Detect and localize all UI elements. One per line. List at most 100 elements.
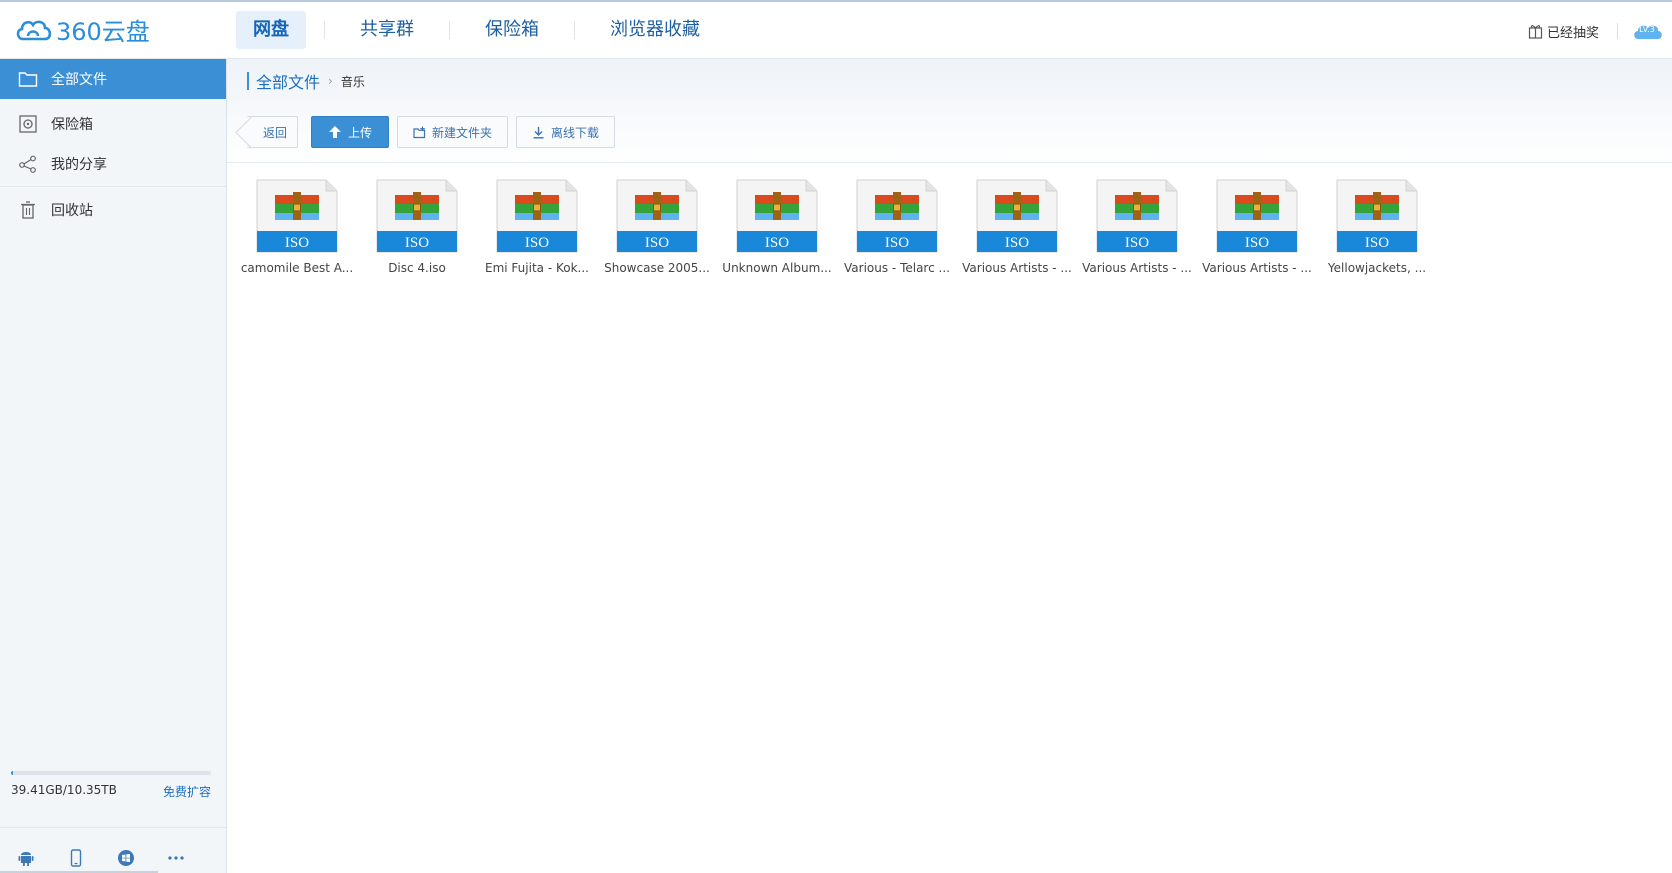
iso-file-icon: ISO bbox=[616, 179, 698, 253]
top-right-divider bbox=[1617, 23, 1618, 39]
file-item-10[interactable]: ISO Yellowjackets, ... bbox=[1317, 179, 1437, 275]
breadcrumb-root[interactable]: 全部文件 bbox=[256, 69, 320, 93]
android-icon[interactable] bbox=[16, 848, 36, 868]
sidebar-item-recycle-bin[interactable]: 回收站 bbox=[0, 190, 226, 230]
header-divider bbox=[227, 162, 1672, 163]
breadcrumb: 全部文件 › 音乐 bbox=[247, 69, 365, 93]
back-button-label: 返回 bbox=[263, 125, 288, 140]
quota-progress-fill bbox=[11, 771, 13, 775]
file-name: Disc 4.iso bbox=[388, 261, 446, 275]
sidebar-item-label: 回收站 bbox=[51, 203, 93, 219]
tab-safe-box[interactable]: 保险箱 bbox=[468, 11, 556, 49]
new-folder-icon bbox=[413, 126, 426, 138]
file-name: Various Artists - ... bbox=[1082, 261, 1192, 275]
cloud-logo-icon bbox=[16, 20, 52, 41]
file-item-5[interactable]: ISO Unknown Album... bbox=[717, 179, 837, 275]
logo-text: 360云盘 bbox=[56, 17, 150, 46]
toolbar: 返回 上传 新建文件夹 离线下载 bbox=[247, 116, 623, 148]
level-text: LV.3 bbox=[1639, 25, 1655, 34]
tab-browser-favorites[interactable]: 浏览器收藏 bbox=[593, 11, 717, 49]
iso-file-icon: ISO bbox=[256, 179, 338, 253]
iso-file-icon: ISO bbox=[1096, 179, 1178, 253]
lottery-label: 已经抽奖 bbox=[1546, 25, 1599, 41]
file-grid: ISO camomile Best A... ISO Disc 4.iso IS… bbox=[237, 179, 1437, 275]
more-icon[interactable] bbox=[166, 848, 186, 868]
iso-file-icon: ISO bbox=[976, 179, 1058, 253]
iso-file-icon: ISO bbox=[496, 179, 578, 253]
upload-arrow-icon bbox=[329, 126, 342, 138]
quota-progress-bar bbox=[11, 771, 211, 775]
svg-text:ISO: ISO bbox=[1005, 235, 1029, 251]
upload-button[interactable]: 上传 bbox=[311, 116, 390, 148]
share-icon bbox=[17, 154, 39, 174]
nav-divider bbox=[574, 21, 575, 39]
file-item-6[interactable]: ISO Various - Telarc ... bbox=[837, 179, 957, 275]
file-item-9[interactable]: ISO Various Artists - ... bbox=[1197, 179, 1317, 275]
file-name: camomile Best A... bbox=[240, 261, 354, 275]
file-item-3[interactable]: ISO Emi Fujita - Kok... bbox=[477, 179, 597, 275]
iso-file-icon: ISO bbox=[1336, 179, 1418, 253]
gift-icon bbox=[1528, 25, 1543, 39]
header-area: 全部文件 › 音乐 返回 上传 新建文件夹 离线下载 bbox=[227, 59, 1672, 163]
download-icon bbox=[533, 126, 544, 139]
file-item-1[interactable]: ISO camomile Best A... bbox=[237, 179, 357, 275]
sidebar-item-label: 我的分享 bbox=[51, 157, 107, 173]
file-name: Various Artists - ... bbox=[1202, 261, 1312, 275]
lottery-link[interactable]: 已经抽奖 bbox=[1528, 22, 1599, 41]
sidebar-item-label: 全部文件 bbox=[51, 72, 107, 88]
file-name: Emi Fujita - Kok... bbox=[485, 261, 589, 275]
sidebar-item-safe-box[interactable]: 保险箱 bbox=[0, 104, 226, 144]
new-folder-button-label: 新建文件夹 bbox=[432, 125, 493, 140]
svg-text:ISO: ISO bbox=[525, 235, 549, 251]
svg-text:ISO: ISO bbox=[285, 235, 309, 251]
file-item-8[interactable]: ISO Various Artists - ... bbox=[1077, 179, 1197, 275]
windows-icon[interactable] bbox=[116, 848, 136, 868]
tab-share-group[interactable]: 共享群 bbox=[343, 11, 431, 49]
nav-divider bbox=[324, 21, 325, 39]
top-bar: 360云盘 网盘 共享群 保险箱 浏览器收藏 已经抽奖 LV.3 bbox=[0, 0, 1672, 59]
sidebar-item-my-share[interactable]: 我的分享 bbox=[0, 144, 226, 184]
device-bar bbox=[0, 827, 226, 873]
iso-file-icon: ISO bbox=[1216, 179, 1298, 253]
nav-divider bbox=[449, 21, 450, 39]
quota-used-text: 39.41GB/10.35TB bbox=[11, 783, 117, 797]
iso-file-icon: ISO bbox=[856, 179, 938, 253]
offline-download-button-label: 离线下载 bbox=[551, 125, 600, 140]
sidebar: 全部文件 保险箱 我的分享 回收站 39.41GB/10.35TB 免费扩容 bbox=[0, 59, 227, 873]
tab-netdisk[interactable]: 网盘 bbox=[236, 11, 306, 49]
file-item-7[interactable]: ISO Various Artists - ... bbox=[957, 179, 1077, 275]
offline-download-button[interactable]: 离线下载 bbox=[516, 116, 616, 148]
user-level-badge[interactable]: LV.3 bbox=[1632, 21, 1664, 41]
storage-quota: 39.41GB/10.35TB 免费扩容 bbox=[11, 771, 211, 800]
mobile-icon[interactable] bbox=[66, 848, 86, 868]
trash-icon bbox=[17, 200, 39, 220]
svg-text:ISO: ISO bbox=[645, 235, 669, 251]
logo[interactable]: 360云盘 bbox=[14, 12, 150, 46]
file-name: Various - Telarc ... bbox=[844, 261, 950, 275]
file-name: Yellowjackets, ... bbox=[1327, 261, 1427, 275]
sidebar-item-all-files[interactable]: 全部文件 bbox=[0, 59, 226, 99]
svg-text:ISO: ISO bbox=[765, 235, 789, 251]
svg-text:ISO: ISO bbox=[405, 235, 429, 251]
new-folder-button[interactable]: 新建文件夹 bbox=[397, 116, 509, 148]
iso-file-icon: ISO bbox=[376, 179, 458, 253]
svg-text:ISO: ISO bbox=[885, 235, 909, 251]
back-button[interactable]: 返回 bbox=[247, 116, 299, 148]
breadcrumb-marker bbox=[247, 72, 249, 90]
breadcrumb-current: 音乐 bbox=[340, 74, 365, 89]
svg-text:ISO: ISO bbox=[1245, 235, 1269, 251]
upload-button-label: 上传 bbox=[348, 125, 373, 140]
top-right-area: 已经抽奖 LV.3 bbox=[1528, 18, 1664, 44]
svg-text:ISO: ISO bbox=[1125, 235, 1149, 251]
file-name: Various Artists - ... bbox=[962, 261, 1072, 275]
svg-text:ISO: ISO bbox=[1365, 235, 1389, 251]
folder-icon bbox=[17, 69, 39, 89]
file-name: Unknown Album... bbox=[722, 261, 832, 275]
file-item-2[interactable]: ISO Disc 4.iso bbox=[357, 179, 477, 275]
file-item-4[interactable]: ISO Showcase 2005... bbox=[597, 179, 717, 275]
file-name: Showcase 2005... bbox=[604, 261, 710, 275]
iso-file-icon: ISO bbox=[736, 179, 818, 253]
main-content: 全部文件 › 音乐 返回 上传 新建文件夹 离线下载 ISO camomile … bbox=[227, 59, 1672, 873]
free-expand-link[interactable]: 免费扩容 bbox=[163, 783, 211, 800]
chevron-right-icon: › bbox=[328, 74, 333, 88]
